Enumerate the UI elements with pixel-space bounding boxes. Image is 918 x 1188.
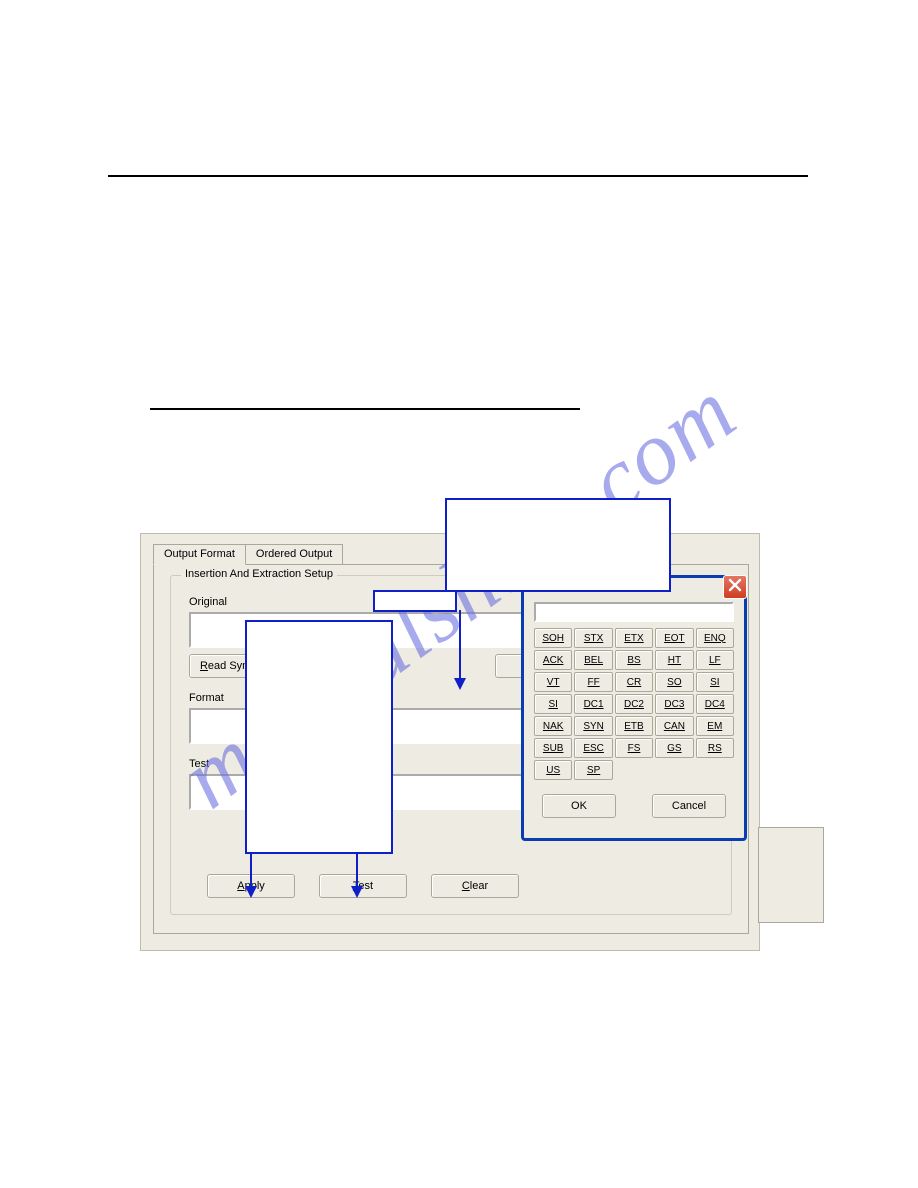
ascii-dc1-button[interactable]: DC1 — [574, 694, 612, 714]
tab-output-format[interactable]: Output Format — [153, 544, 246, 565]
ascii-so-button[interactable]: SO — [655, 672, 693, 692]
ascii-em-button[interactable]: EM — [696, 716, 734, 736]
annotation-arrow-down-3 — [349, 852, 365, 898]
ascii-dc3-button[interactable]: DC3 — [655, 694, 693, 714]
ascii-stx-button[interactable]: STX — [574, 628, 612, 648]
close-icon — [728, 578, 742, 597]
ascii-enq-button[interactable]: ENQ — [696, 628, 734, 648]
ascii-cr-button[interactable]: CR — [615, 672, 653, 692]
ascii-vt-button[interactable]: VT — [534, 672, 572, 692]
ascii-dc2-button[interactable]: DC2 — [615, 694, 653, 714]
annotation-arrow-down-2 — [243, 852, 259, 898]
ascii-si-button[interactable]: SI — [696, 672, 734, 692]
tab-ordered-output[interactable]: Ordered Output — [245, 544, 343, 564]
ascii-gs-button[interactable]: GS — [655, 738, 693, 758]
horizontal-rule-2 — [150, 408, 580, 410]
ascii-lf-button[interactable]: LF — [696, 650, 734, 670]
ascii-popup: SOHSTXETXEOTENQACKBELBSHTLFVTFFCRSOSISID… — [521, 575, 747, 841]
ascii-us-button[interactable]: US — [534, 760, 572, 780]
clear-button[interactable]: Clear — [431, 874, 519, 898]
ascii-eot-button[interactable]: EOT — [655, 628, 693, 648]
ok-button[interactable]: OK — [542, 794, 616, 818]
ascii-ack-button[interactable]: ACK — [534, 650, 572, 670]
side-panel — [758, 827, 824, 923]
ascii-rs-button[interactable]: RS — [696, 738, 734, 758]
group-title: Insertion And Extraction Setup — [181, 568, 337, 580]
ascii-si-button[interactable]: SI — [534, 694, 572, 714]
ascii-soh-button[interactable]: SOH — [534, 628, 572, 648]
ascii-input[interactable] — [534, 602, 734, 622]
ascii-dc4-button[interactable]: DC4 — [696, 694, 734, 714]
ascii-ff-button[interactable]: FF — [574, 672, 612, 692]
annotation-arrow-down-1 — [452, 610, 468, 690]
horizontal-rule-1 — [108, 175, 808, 177]
ascii-grid: SOHSTXETXEOTENQACKBELBSHTLFVTFFCRSOSISID… — [534, 628, 734, 780]
annotation-box-1 — [445, 498, 671, 592]
ascii-bel-button[interactable]: BEL — [574, 650, 612, 670]
close-button[interactable] — [723, 575, 747, 599]
ascii-fs-button[interactable]: FS — [615, 738, 653, 758]
annotation-box-2 — [373, 590, 457, 612]
cancel-button[interactable]: Cancel — [652, 794, 726, 818]
ascii-esc-button[interactable]: ESC — [574, 738, 612, 758]
ascii-sp-button[interactable]: SP — [574, 760, 612, 780]
ascii-can-button[interactable]: CAN — [655, 716, 693, 736]
ascii-etx-button[interactable]: ETX — [615, 628, 653, 648]
ascii-ht-button[interactable]: HT — [655, 650, 693, 670]
clear-text: lear — [470, 880, 488, 892]
ascii-bs-button[interactable]: BS — [615, 650, 653, 670]
annotation-box-3 — [245, 620, 393, 854]
ascii-sub-button[interactable]: SUB — [534, 738, 572, 758]
ascii-etb-button[interactable]: ETB — [615, 716, 653, 736]
ascii-syn-button[interactable]: SYN — [574, 716, 612, 736]
ascii-nak-button[interactable]: NAK — [534, 716, 572, 736]
